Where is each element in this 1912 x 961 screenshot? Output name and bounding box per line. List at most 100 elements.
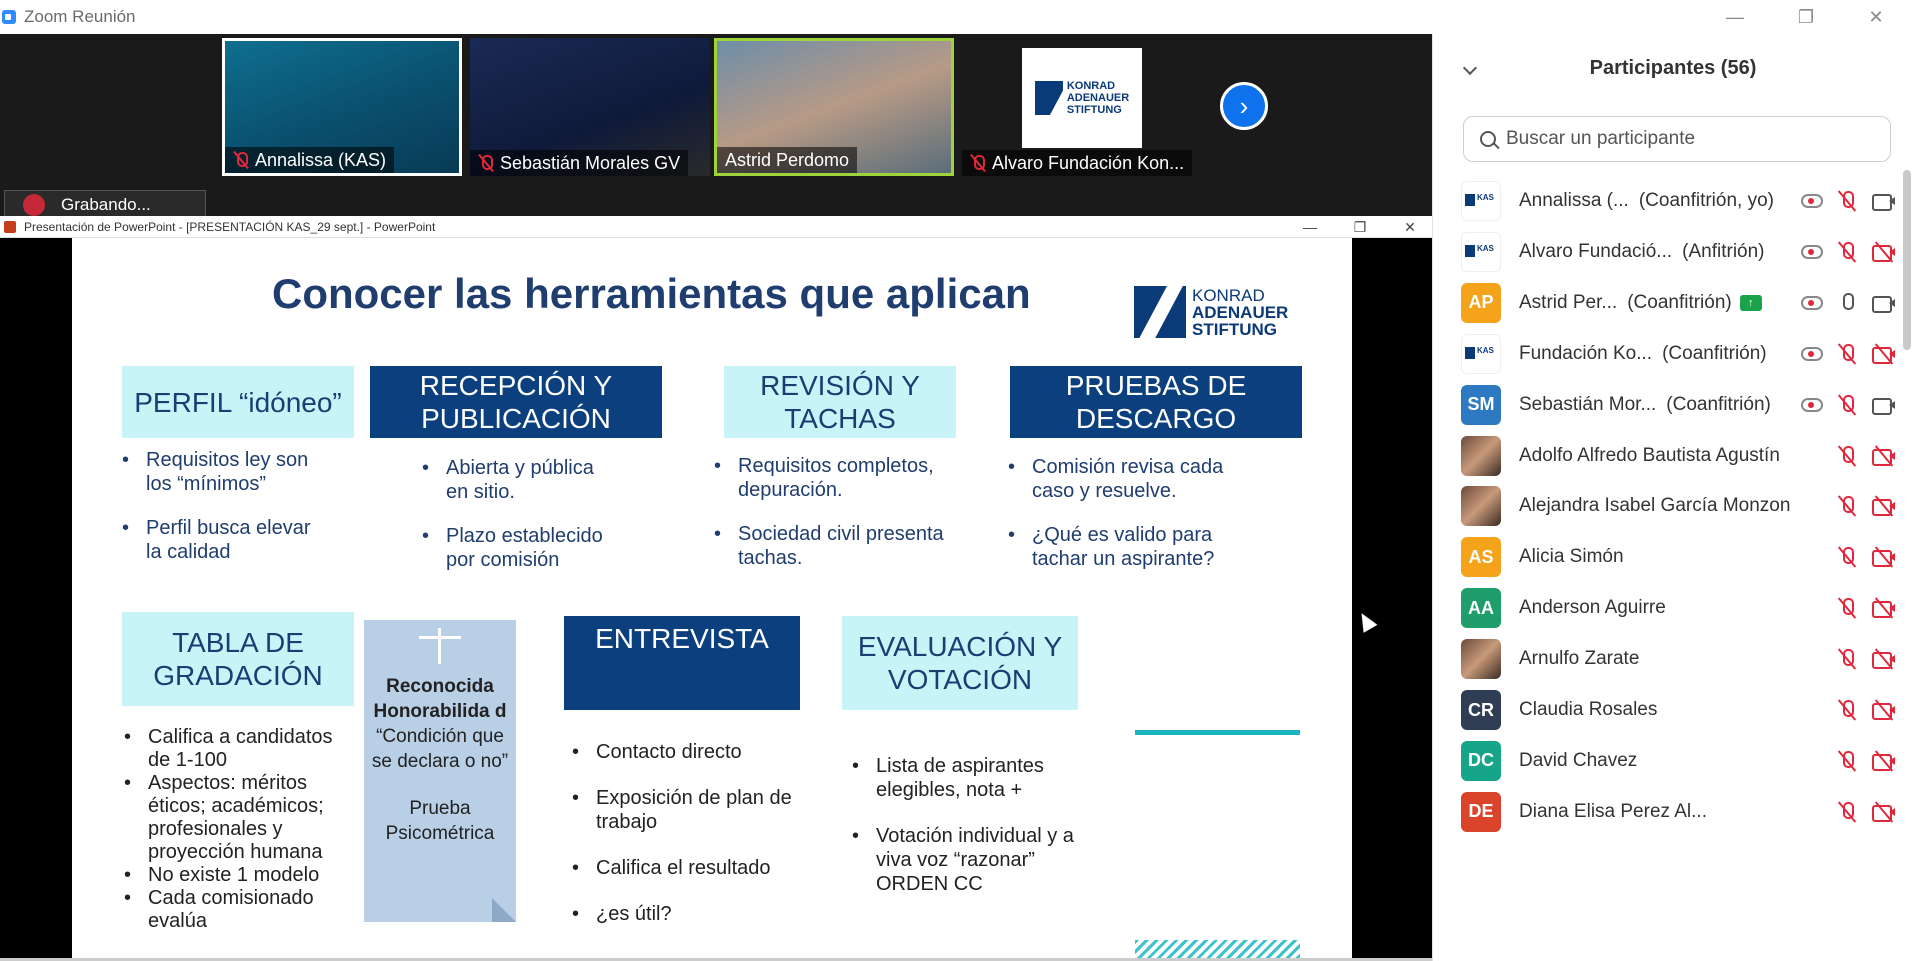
scrollbar[interactable] xyxy=(1903,170,1911,350)
bullets-revision: Requisitos completos, depuración. Socied… xyxy=(714,454,944,590)
mic-muted-icon[interactable] xyxy=(1835,749,1859,773)
box-perfil: PERFIL “idóneo” xyxy=(122,366,354,438)
participants-list: Annalissa (... (Coanfitrión, yo) Alvaro Fu… xyxy=(1433,174,1897,961)
participant-status-icons xyxy=(1835,781,1897,843)
participant-name: Diana Elisa Perez Al... xyxy=(1519,800,1707,822)
video-tile[interactable]: Sebastián Morales GV xyxy=(470,38,710,176)
avatar: DC xyxy=(1461,740,1501,781)
ka-logo-avatar: KONRAD ADENAUER STIFTUNG xyxy=(1022,48,1142,148)
list-item: Califica el resultado xyxy=(572,856,802,880)
video-tile[interactable]: Annalissa (KAS) xyxy=(222,38,462,176)
decorative-hatch xyxy=(1135,940,1300,960)
camera-off-icon[interactable] xyxy=(1871,749,1897,773)
video-name-label: Alvaro Fundación Kon... xyxy=(962,150,1193,176)
participant-name: Annalissa (... xyxy=(1519,190,1629,211)
avatar: AS xyxy=(1461,537,1501,578)
ppt-close-button[interactable]: ✕ xyxy=(1390,216,1430,238)
restore-button[interactable]: ❐ xyxy=(1778,0,1834,34)
video-strip: Annalissa (KAS) Sebastián Morales GV Ast… xyxy=(0,34,1432,220)
video-name-label: Sebastián Morales GV xyxy=(470,150,689,176)
list-item: Contacto directo xyxy=(572,740,802,764)
list-item: Lista de aspirantes elegibles, nota + xyxy=(852,754,1082,802)
box-recepcion: RECEPCIÓN Y PUBLICACIÓN xyxy=(370,366,662,438)
avatar xyxy=(1461,231,1501,272)
powerpoint-icon xyxy=(4,220,16,233)
avatar xyxy=(1461,486,1501,527)
mic-muted-icon[interactable] xyxy=(1835,647,1859,671)
camera-icon[interactable] xyxy=(1871,291,1897,315)
list-item: Requisitos completos, depuración. xyxy=(714,454,944,502)
search-input[interactable] xyxy=(1506,128,1866,150)
camera-off-icon[interactable] xyxy=(1871,342,1897,366)
ka-logo-icon xyxy=(1134,286,1186,338)
list-item: Cada comisionado evalúa xyxy=(124,887,356,933)
presentation-slide: Conocer las herramientas que aplican KON… xyxy=(72,238,1352,960)
box-entrevista: ENTREVISTA xyxy=(564,616,800,710)
avatar: CR xyxy=(1461,690,1501,730)
participant-name: Fundación Ko... xyxy=(1519,342,1653,364)
mic-muted-icon[interactable] xyxy=(1835,545,1859,569)
search-icon xyxy=(1480,131,1496,147)
video-name-label: Astrid Perdomo xyxy=(717,147,858,173)
box-evaluacion: EVALUACIÓN Y VOTACIÓN xyxy=(842,616,1078,710)
participant-role: (Coanfitrión) xyxy=(1662,342,1767,364)
camera-off-icon[interactable] xyxy=(1871,800,1897,824)
recording-icon xyxy=(23,194,45,216)
camera-off-icon[interactable] xyxy=(1871,545,1897,569)
next-page-button[interactable]: › xyxy=(1220,82,1268,130)
mic-muted-icon[interactable] xyxy=(1835,444,1859,468)
list-item: Comisión revisa cada caso y resuelve. xyxy=(1008,455,1268,503)
ppt-restore-button[interactable]: ❐ xyxy=(1340,216,1380,238)
list-item: Votación individual y a viva voz “razona… xyxy=(852,824,1082,896)
mic-muted-icon[interactable] xyxy=(1835,240,1859,264)
mic-muted-icon[interactable] xyxy=(1835,189,1859,213)
bullets-tabla: Califica a candidatos de 1-100 Aspectos:… xyxy=(124,726,356,933)
bullets-pruebas: Comisión revisa cada caso y resuelve. ¿Q… xyxy=(1008,455,1268,591)
close-button[interactable]: ✕ xyxy=(1848,0,1904,34)
participant-name: Anderson Aguirre xyxy=(1519,597,1666,619)
mic-muted-icon[interactable] xyxy=(1835,393,1859,417)
bullets-recepcion: Abierta y pública en sitio. Plazo establ… xyxy=(422,456,612,592)
video-tile-active-speaker[interactable]: Astrid Perdomo xyxy=(714,38,954,176)
participant-name: Claudia Rosales xyxy=(1519,699,1658,720)
camera-icon[interactable] xyxy=(1871,189,1897,213)
minimize-button[interactable]: — xyxy=(1707,0,1763,34)
list-item: Sociedad civil presenta tachas. xyxy=(714,522,944,570)
mic-muted-icon[interactable] xyxy=(1835,596,1859,620)
participant-role: (Coanfitrión) xyxy=(1666,393,1771,415)
participant-name: Alicia Simón xyxy=(1519,546,1624,568)
list-item: Exposición de plan de trabajo xyxy=(572,786,802,834)
participant-role: (Coanfitrión, yo) xyxy=(1638,190,1774,211)
list-item: Califica a candidatos de 1-100 xyxy=(124,726,356,772)
mic-icon[interactable] xyxy=(1835,291,1859,315)
participant-row[interactable]: DE Diana Elisa Perez Al... xyxy=(1461,781,1897,843)
mic-muted-icon[interactable] xyxy=(1835,698,1859,722)
powerpoint-title: Presentación de PowerPoint - [PRESENTACI… xyxy=(24,219,436,234)
ppt-minimize-button[interactable]: — xyxy=(1290,216,1330,238)
list-item: Abierta y pública en sitio. xyxy=(422,456,612,504)
video-name-label: Annalissa (KAS) xyxy=(225,147,395,173)
camera-off-icon[interactable] xyxy=(1871,647,1897,671)
panel-header: Participantes (56) xyxy=(1433,50,1912,86)
participant-role: (Anfitrión) xyxy=(1682,240,1765,262)
mic-muted-icon[interactable] xyxy=(1835,342,1859,366)
avatar xyxy=(1461,181,1501,221)
camera-off-icon[interactable] xyxy=(1871,698,1897,722)
avatar: SM xyxy=(1461,384,1501,425)
camera-off-icon[interactable] xyxy=(1871,444,1897,468)
mic-muted-icon[interactable] xyxy=(1835,494,1859,518)
recording-icon xyxy=(1801,244,1823,259)
camera-off-icon[interactable] xyxy=(1871,596,1897,620)
list-item: ¿es útil? xyxy=(572,902,802,926)
participant-search[interactable] xyxy=(1463,116,1891,162)
list-item: Perfil busca elevar la calidad xyxy=(122,516,322,564)
video-tile[interactable]: KONRAD ADENAUER STIFTUNG Alvaro Fundació… xyxy=(962,38,1202,176)
camera-off-icon[interactable] xyxy=(1871,494,1897,518)
mic-muted-icon[interactable] xyxy=(1835,800,1859,824)
zoom-app-icon xyxy=(2,10,16,24)
participant-name: Alvaro Fundació... xyxy=(1519,240,1673,262)
camera-off-icon[interactable] xyxy=(1871,240,1897,264)
camera-icon[interactable] xyxy=(1871,393,1897,417)
avatar: AP xyxy=(1461,282,1501,323)
mic-muted-icon xyxy=(233,151,249,169)
